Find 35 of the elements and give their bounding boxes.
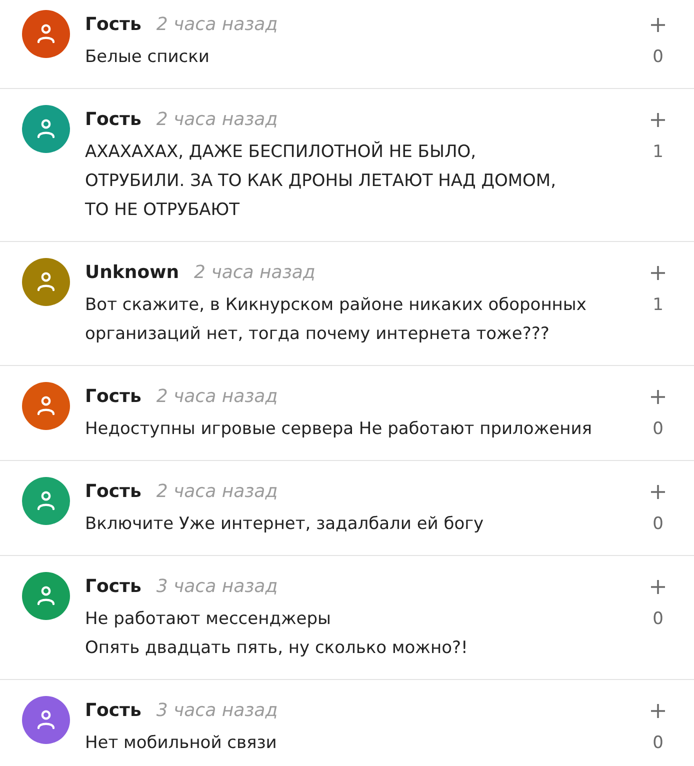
vote-count: 1 bbox=[652, 294, 664, 317]
plus-icon[interactable] bbox=[651, 485, 665, 499]
vote-count: 0 bbox=[652, 608, 664, 631]
comment-text: Вот скажите, в Кикнурском районе никаких оборонных организаций нет, тогда почему интернета тоже??? bbox=[85, 294, 588, 346]
comment-time: 2 часа назад bbox=[194, 261, 316, 285]
author-name: Гость bbox=[85, 385, 142, 409]
plus-icon[interactable] bbox=[651, 113, 665, 127]
comment-text: Включите Уже интернет, задалбали ей богу bbox=[85, 513, 485, 536]
author-name: Гость bbox=[85, 13, 142, 37]
comment-time: 3 часа назад bbox=[156, 699, 278, 723]
vote-count: 1 bbox=[652, 141, 664, 164]
author-name: Гость bbox=[85, 699, 142, 723]
plus-icon[interactable] bbox=[651, 18, 665, 32]
vote-count: 0 bbox=[652, 418, 664, 441]
author-name: Гость bbox=[85, 480, 142, 504]
author-name: Гость bbox=[85, 108, 142, 132]
comment-time: 2 часа назад bbox=[156, 385, 278, 409]
comment-time: 3 часа назад bbox=[156, 575, 278, 599]
plus-icon[interactable] bbox=[651, 580, 665, 594]
plus-icon[interactable] bbox=[651, 704, 665, 718]
author-name: Unknown bbox=[85, 261, 180, 285]
comment-text: АХАХАХАХ, ДАЖЕ БЕСПИЛОТНОЙ НЕ БЫЛО, ОТРУБИЛИ. ЗА ТО КАК ДРОНЫ ЛЕТАЮТ НАД ДОМОМ, ТО НЕ ОТРУБАЮТ bbox=[85, 140, 557, 222]
vote-count: 0 bbox=[652, 732, 664, 755]
vote-count: 0 bbox=[652, 513, 664, 536]
author-name: Гость bbox=[85, 575, 142, 599]
comment-text: Белые списки bbox=[85, 46, 210, 69]
plus-icon[interactable] bbox=[651, 266, 665, 280]
plus-icon[interactable] bbox=[651, 390, 665, 404]
comment-time: 2 часа назад bbox=[156, 13, 278, 37]
comment-text: Не работают мессенджеры Опять двадцать пять, ну сколько можно?! bbox=[85, 608, 469, 660]
vote-count: 0 bbox=[652, 46, 664, 69]
comment-time: 2 часа назад bbox=[156, 480, 278, 504]
comment-text: Недоступны игровые сервера Не работают приложения bbox=[85, 418, 593, 441]
comment-time: 2 часа назад bbox=[156, 108, 278, 132]
comment-text: Нет мобильной связи bbox=[85, 732, 278, 755]
